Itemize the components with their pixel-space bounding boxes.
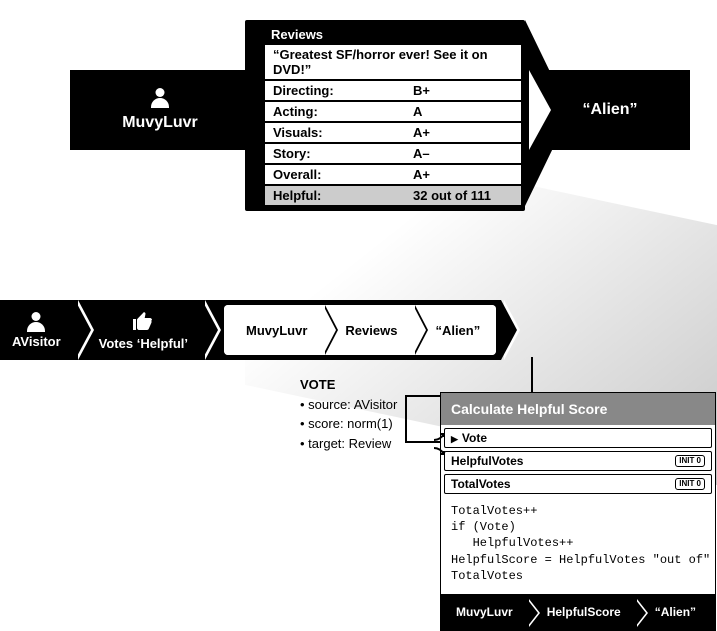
review-graph: MuvyLuvr Reviews “Greatest SF/horror eve… bbox=[70, 20, 690, 220]
calc-row-totalvotes: TotalVotes INIT 0 bbox=[444, 474, 712, 494]
arrow-icon bbox=[432, 428, 448, 444]
calc-row-vote: Vote bbox=[444, 428, 712, 448]
review-card: Reviews “Greatest SF/horror ever! See it… bbox=[245, 20, 525, 211]
reviewer-node: MuvyLuvr bbox=[70, 70, 250, 150]
row-value: A bbox=[413, 104, 422, 119]
row-value: A+ bbox=[413, 167, 430, 182]
path-seg-0: MuvyLuvr bbox=[224, 305, 323, 355]
calc-row-label: TotalVotes bbox=[451, 477, 511, 491]
vote-line: • source: AVisitor bbox=[300, 395, 397, 415]
review-header: Reviews bbox=[265, 24, 521, 45]
row-value: A– bbox=[413, 146, 430, 161]
row-value: B+ bbox=[413, 83, 430, 98]
reviewer-name: MuvyLuvr bbox=[122, 114, 198, 132]
review-row-story: Story: A– bbox=[265, 144, 521, 163]
footer-seg-0: MuvyLuvr bbox=[446, 599, 527, 625]
connector-line bbox=[405, 395, 407, 443]
init-badge: INIT 0 bbox=[675, 478, 705, 490]
calc-footer: MuvyLuvr HelpfulScore “Alien” bbox=[441, 594, 715, 630]
calc-box: Calculate Helpful Score Vote HelpfulVote… bbox=[440, 392, 716, 631]
row-label: Overall: bbox=[273, 167, 413, 182]
vote-line: • score: norm(1) bbox=[300, 414, 397, 434]
review-row-overall: Overall: A+ bbox=[265, 165, 521, 184]
person-icon bbox=[150, 88, 170, 108]
visitor-name: AVisitor bbox=[12, 334, 61, 349]
vote-line: • target: Review bbox=[300, 434, 397, 454]
row-value: 32 out of 111 bbox=[413, 188, 491, 203]
footer-seg-1: HelpfulScore bbox=[527, 599, 635, 625]
path-chevron-wrap: MuvyLuvr Reviews “Alien” bbox=[202, 300, 501, 360]
row-label: Helpful: bbox=[273, 188, 413, 203]
calc-code: TotalVotes++ if (Vote) HelpfulVotes++ He… bbox=[441, 497, 715, 594]
vote-details: VOTE • source: AVisitor • score: norm(1)… bbox=[300, 375, 397, 453]
target-node: “Alien” bbox=[530, 70, 690, 150]
vote-chain: AVisitor Votes ‘Helpful’ MuvyLuvr Review… bbox=[0, 300, 501, 360]
row-label: Visuals: bbox=[273, 125, 413, 140]
connector-line bbox=[531, 357, 533, 397]
init-badge: INIT 0 bbox=[675, 455, 705, 467]
calc-title: Calculate Helpful Score bbox=[441, 393, 715, 425]
row-value: A+ bbox=[413, 125, 430, 140]
calc-row-label: HelpfulVotes bbox=[451, 454, 523, 468]
calc-row-helpfulvotes: HelpfulVotes INIT 0 bbox=[444, 451, 712, 471]
review-row-acting: Acting: A bbox=[265, 102, 521, 121]
arrow-icon bbox=[432, 444, 448, 460]
vote-title: VOTE bbox=[300, 375, 397, 395]
person-icon bbox=[26, 312, 46, 332]
review-row-directing: Directing: B+ bbox=[265, 81, 521, 100]
action-chevron: Votes ‘Helpful’ bbox=[75, 300, 202, 360]
review-row-visuals: Visuals: A+ bbox=[265, 123, 521, 142]
review-row-helpful: Helpful: 32 out of 111 bbox=[265, 186, 521, 205]
row-label: Acting: bbox=[273, 104, 413, 119]
visitor-chevron: AVisitor bbox=[0, 300, 75, 360]
row-label: Story: bbox=[273, 146, 413, 161]
calc-row-label: Vote bbox=[451, 431, 487, 445]
target-title: “Alien” bbox=[582, 101, 637, 119]
thumbs-up-icon bbox=[131, 310, 155, 334]
review-quote: “Greatest SF/horror ever! See it on DVD!… bbox=[265, 45, 521, 79]
row-label: Directing: bbox=[273, 83, 413, 98]
action-label: Votes ‘Helpful’ bbox=[99, 336, 188, 351]
